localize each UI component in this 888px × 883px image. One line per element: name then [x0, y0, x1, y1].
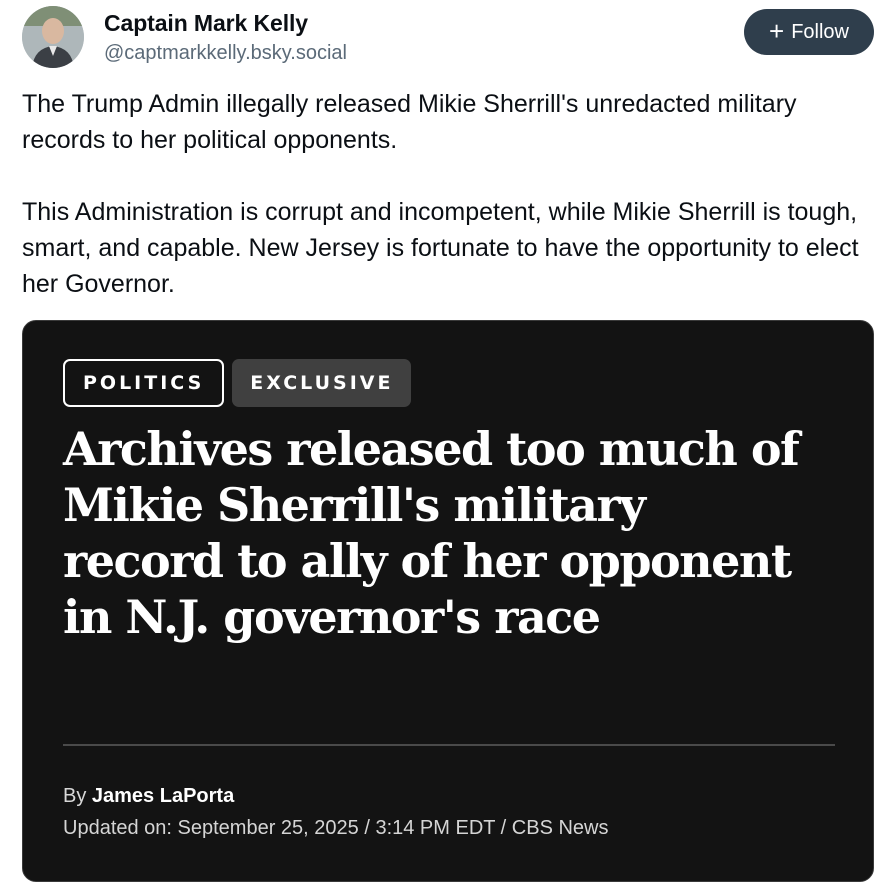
divider: [63, 744, 835, 746]
article-updated: Updated on: September 25, 2025 / 3:14 PM…: [63, 817, 609, 839]
post-header: Captain Mark Kelly @captmarkkelly.bsky.s…: [22, 6, 874, 70]
article-tags: POLITICS EXCLUSIVE: [63, 359, 412, 407]
article-byline: By James LaPorta: [63, 785, 234, 808]
byline-author: James LaPorta: [91, 785, 235, 807]
post: Captain Mark Kelly @captmarkkelly.bsky.s…: [0, 0, 888, 883]
post-text: The Trump Admin illegally released Mikie…: [22, 86, 872, 302]
link-card[interactable]: POLITICS EXCLUSIVE Archives released too…: [22, 320, 874, 882]
author-names: Captain Mark Kelly @captmarkkelly.bsky.s…: [104, 8, 347, 66]
article-headline: Archives released too much of Mikie Sher…: [63, 422, 800, 644]
author-handle[interactable]: @captmarkkelly.bsky.social: [104, 40, 347, 66]
author-display-name[interactable]: Captain Mark Kelly: [104, 8, 347, 38]
post-paragraph: This Administration is corrupt and incom…: [22, 198, 866, 298]
tag-exclusive: EXCLUSIVE: [232, 359, 412, 407]
post-paragraph: The Trump Admin illegally released Mikie…: [22, 90, 804, 154]
follow-button[interactable]: + Follow: [744, 9, 874, 55]
byline-prefix: By: [63, 785, 87, 807]
tag-politics: POLITICS: [63, 359, 225, 407]
avatar-image: [22, 6, 84, 68]
plus-icon: +: [769, 16, 785, 46]
follow-label: Follow: [791, 20, 849, 43]
avatar[interactable]: [22, 6, 84, 68]
